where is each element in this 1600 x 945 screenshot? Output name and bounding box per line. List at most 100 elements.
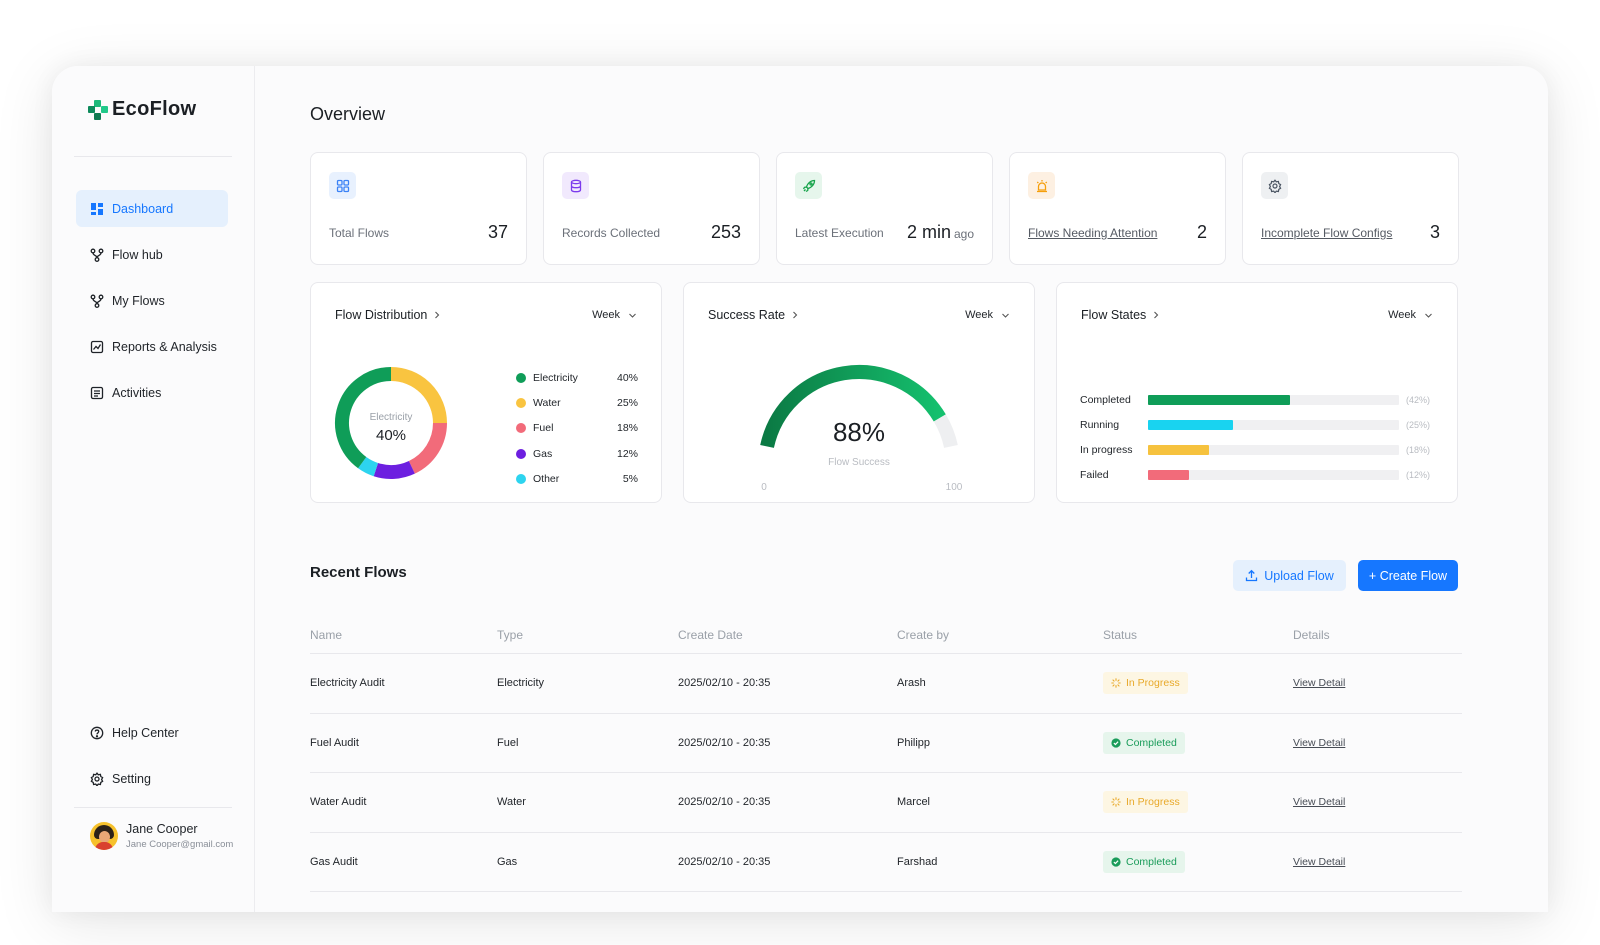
cell-details: View Detail [1293, 737, 1462, 749]
column-header[interactable]: Details [1293, 628, 1462, 642]
table-row[interactable]: Water Audit Water 2025/02/10 - 20:35 Marcel… [310, 773, 1462, 833]
cell-date: 2025/02/10 - 20:35 [678, 677, 771, 690]
cell-details: View Detail [1293, 856, 1462, 868]
legend-swatch [516, 372, 526, 383]
flow-states-card: Flow States Week Completed (42%) Running (2… [1056, 282, 1458, 503]
table-header: Name Type Create Date Create by Status D… [310, 616, 1462, 654]
sidebar: EcoFlow Dashboard Flow hub My Flows Repo… [52, 66, 255, 912]
stat-cards: Total Flows 37 Records Collected 253 Lat… [310, 152, 1459, 265]
donut-chart: Electricity 40% [335, 367, 447, 479]
table-row[interactable]: Gas Audit Gas 2025/02/10 - 20:35 Farshad Com… [310, 833, 1462, 892]
state-bar-row: Failed (12%) [1080, 463, 1430, 488]
stat-link-incomplete-configs[interactable]: Incomplete Flow Configs [1261, 226, 1392, 240]
view-detail-link[interactable]: View Detail [1293, 677, 1345, 689]
status-badge: In Progress [1103, 672, 1188, 695]
cell-name: Water Audit [310, 796, 367, 809]
gauge-value: 88% [833, 417, 885, 447]
nav-my-flows[interactable]: My Flows [76, 282, 228, 319]
nav-help-center[interactable]: Help Center [76, 714, 228, 751]
gauge-caption: Flow Success [828, 457, 890, 468]
period-value: Week [592, 309, 620, 321]
nav-setting[interactable]: Setting [76, 760, 228, 797]
state-bar-track [1147, 419, 1399, 430]
donut-center-value: 40% [376, 427, 406, 444]
cell-date: 2025/02/10 - 20:35 [678, 736, 771, 749]
column-header[interactable]: Create by [897, 628, 1103, 642]
status-label: In Progress [1126, 796, 1180, 809]
state-bar-track [1147, 470, 1399, 481]
view-detail-link[interactable]: View Detail [1293, 796, 1345, 808]
create-flow-button[interactable]: + Create Flow [1358, 560, 1458, 591]
legend-label: Electricity [533, 371, 578, 384]
logo[interactable]: EcoFlow [88, 98, 196, 121]
cell-status: Completed [1103, 850, 1293, 873]
upload-flow-label: Upload Flow [1264, 568, 1334, 583]
nav-flow-hub[interactable]: Flow hub [76, 236, 228, 273]
nav-reports[interactable]: Reports & Analysis [76, 328, 228, 365]
stat-value: 253 [710, 222, 741, 242]
distribution-legend: Electricity 40% Water 25% Fuel 18% Gas 12% Other… [516, 365, 638, 491]
reports-icon [90, 340, 104, 353]
stat-link-needing-attention[interactable]: Flows Needing Attention [1028, 226, 1157, 240]
donut-slice-other[interactable] [358, 456, 379, 477]
state-label: Failed [1080, 469, 1109, 482]
stat-value: 3 [1429, 222, 1440, 242]
cell-type: Fuel [497, 736, 519, 749]
legend-label: Other [533, 472, 560, 485]
user-profile[interactable]: Jane Cooper Jane Cooper@gmail.com [90, 822, 233, 850]
table-row[interactable]: Fuel Audit Fuel 2025/02/10 - 20:35 Philipp C… [310, 714, 1462, 773]
column-header[interactable]: Status [1103, 628, 1293, 642]
flow-distribution-title[interactable]: Flow Distribution [335, 308, 441, 322]
stat-value: 37 [487, 222, 508, 242]
flow-states-title[interactable]: Flow States [1081, 308, 1160, 322]
cell-details: View Detail [1293, 796, 1462, 808]
legend-item: Fuel 18% [516, 416, 638, 441]
stat-card-incomplete-configs[interactable]: Incomplete Flow Configs 3 [1242, 152, 1459, 265]
gauge-min-label: 0 [761, 482, 767, 493]
flow-states-bars: Completed (42%) Running (25%) In progress (18… [1080, 387, 1430, 488]
view-detail-link[interactable]: View Detail [1293, 737, 1345, 749]
status-label: Completed [1126, 736, 1177, 749]
stat-card-needing-attention[interactable]: Flows Needing Attention 2 [1009, 152, 1226, 265]
table-row[interactable]: Electricity Audit Electricity 2025/02/10 -… [310, 654, 1462, 714]
sidebar-divider-bottom [74, 807, 232, 808]
legend-swatch [516, 423, 526, 434]
flow-hub-icon [90, 248, 104, 262]
column-header[interactable]: Type [497, 628, 678, 642]
state-bar [1147, 419, 1233, 430]
flow-distribution-card: Flow Distribution Week Electricity 40% E… [310, 282, 662, 503]
stat-card-total-flows: Total Flows 37 [310, 152, 527, 265]
nav-help-center-label: Help Center [112, 725, 179, 740]
legend-item: Water 25% [516, 390, 638, 415]
donut-center-label: Electricity [370, 412, 413, 423]
cell-creator: Farshad [897, 855, 938, 868]
view-detail-link[interactable]: View Detail [1293, 856, 1345, 868]
states-period-select[interactable]: Week [1388, 309, 1433, 321]
database-icon [562, 172, 589, 199]
column-header[interactable]: Create Date [678, 628, 897, 642]
legend-value: 40% [616, 371, 638, 384]
state-bar [1147, 394, 1291, 405]
status-badge: Completed [1103, 731, 1185, 754]
donut-slice-fuel[interactable] [408, 422, 447, 474]
legend-swatch [516, 448, 526, 459]
cell-name: Fuel Audit [310, 736, 359, 749]
recent-flows-table: Name Type Create Date Create by Status D… [310, 616, 1462, 892]
check-circle-icon [1111, 857, 1121, 867]
donut-slice-gas[interactable] [373, 460, 415, 479]
user-email: Jane Cooper@gmail.com [126, 839, 234, 850]
nav-flow-hub-label: Flow hub [112, 247, 163, 262]
nav-dashboard[interactable]: Dashboard [76, 190, 228, 227]
legend-item: Other 5% [516, 466, 638, 491]
distribution-period-select[interactable]: Week [592, 309, 637, 321]
column-header[interactable]: Name [310, 628, 497, 642]
state-percent: (12%) [1405, 470, 1430, 481]
gauge-track [933, 414, 958, 449]
settings-icon [90, 771, 104, 786]
grid-icon [329, 172, 356, 199]
nav-activities-label: Activities [112, 385, 162, 400]
legend-swatch [516, 473, 526, 484]
nav-activities[interactable]: Activities [76, 374, 228, 411]
cell-date: 2025/02/10 - 20:35 [678, 796, 771, 809]
upload-flow-button[interactable]: Upload Flow [1233, 560, 1346, 591]
